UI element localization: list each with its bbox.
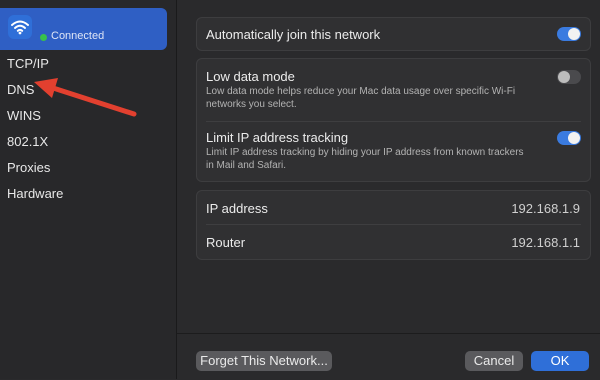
low-data-toggle[interactable]	[557, 70, 581, 84]
privacy-settings-card: Low data mode Low data mode helps reduce…	[196, 58, 591, 182]
ip-address-value: 192.168.1.9	[511, 201, 580, 216]
sidebar-item-8021x[interactable]: 802.1X	[7, 134, 48, 149]
low-data-label: Low data mode	[206, 69, 295, 84]
connection-status: Connected	[51, 30, 105, 42]
annotation-arrow	[34, 78, 137, 117]
auto-join-label: Automatically join this network	[206, 27, 381, 42]
ok-button[interactable]: OK	[531, 351, 589, 371]
limit-ip-toggle[interactable]	[557, 131, 581, 145]
forget-network-button[interactable]: Forget This Network...	[196, 351, 332, 371]
low-data-description: Low data mode helps reduce your Mac data…	[206, 86, 516, 110]
divider	[206, 121, 581, 122]
sidebar-network-item[interactable]: Connected	[0, 8, 167, 50]
router-label: Router	[206, 235, 246, 250]
limit-ip-description: Limit IP address tracking by hiding your…	[206, 147, 524, 171]
sidebar-item-tcpip[interactable]: TCP/IP	[7, 56, 49, 71]
cancel-button[interactable]: Cancel	[465, 351, 523, 371]
limit-ip-label: Limit IP address tracking	[206, 130, 349, 145]
sidebar-item-hardware[interactable]: Hardware	[7, 186, 63, 201]
sidebar: Connected TCP/IP DNS WINS 802.1X Proxies…	[0, 0, 177, 379]
network-info-card: IP address 192.168.1.9 Router 192.168.1.…	[196, 190, 591, 260]
divider	[206, 224, 581, 225]
connected-status-dot	[40, 34, 47, 41]
auto-join-card: Automatically join this network	[196, 17, 591, 51]
ip-address-label: IP address	[206, 201, 268, 216]
auto-join-toggle[interactable]	[557, 27, 581, 41]
router-value: 192.168.1.1	[511, 235, 580, 250]
sidebar-item-proxies[interactable]: Proxies	[7, 160, 50, 175]
wifi-icon	[8, 15, 32, 39]
